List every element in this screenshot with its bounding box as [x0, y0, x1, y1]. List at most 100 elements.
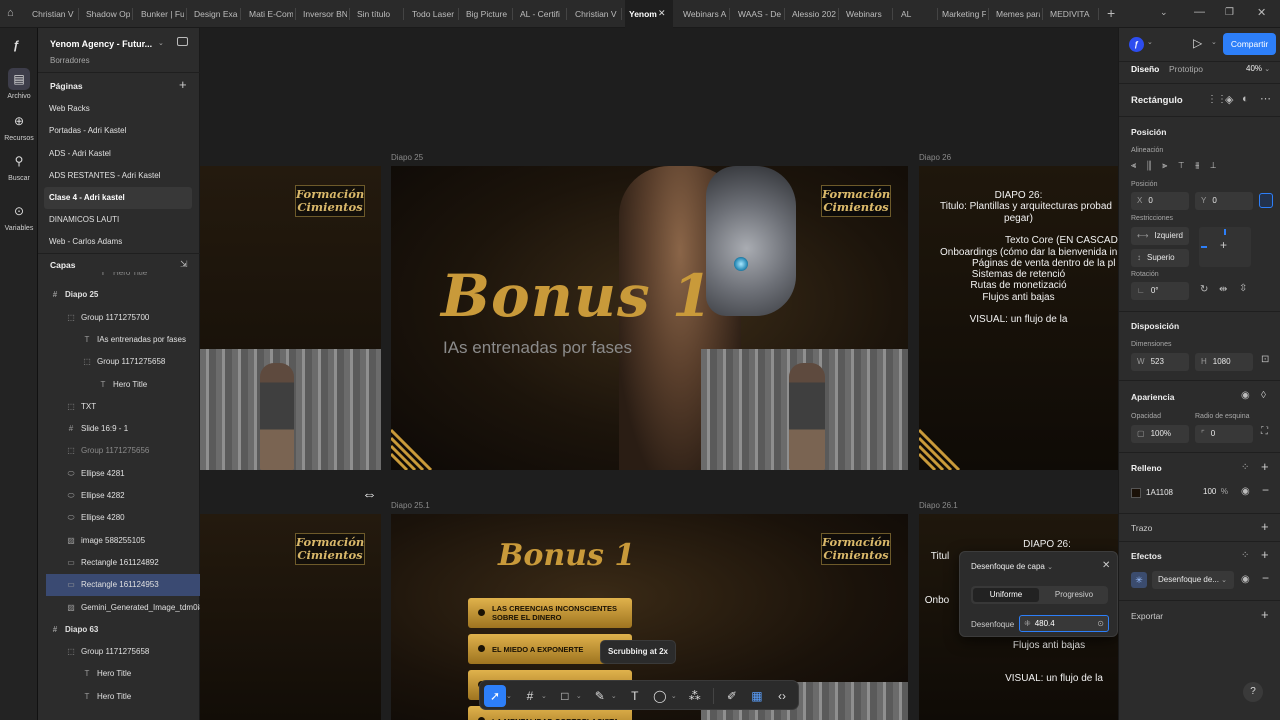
- page-item[interactable]: Web - Carlos Adams: [38, 231, 200, 253]
- actions-tool-icon[interactable]: ⁂: [684, 685, 706, 707]
- grid-layout-icon[interactable]: ⋮⋮: [1207, 94, 1227, 105]
- tab-uniform[interactable]: Uniforme: [973, 588, 1039, 602]
- flip-vertical-icon[interactable]: ⇳: [1239, 283, 1247, 294]
- remove-effect-minus-icon[interactable]: −: [1262, 571, 1269, 585]
- home-icon[interactable]: ⌂: [7, 7, 14, 19]
- add-page-plus-icon[interactable]: +: [179, 77, 187, 92]
- page-item[interactable]: ADS - Adri Kastel: [38, 143, 200, 165]
- flip-horizontal-icon[interactable]: ⇹: [1219, 284, 1227, 295]
- constraint-center-plus[interactable]: +: [1220, 238, 1227, 252]
- styles-grid-icon[interactable]: ⁘: [1241, 462, 1249, 473]
- design-mode-icon[interactable]: ▦: [746, 685, 768, 707]
- tab-list-chevron-icon[interactable]: ⌄: [1160, 7, 1168, 18]
- constraint-vertical-select[interactable]: ↕ Superio: [1131, 249, 1189, 267]
- add-export-plus-icon[interactable]: +: [1261, 607, 1269, 622]
- layer-row[interactable]: # Slide 16:9 - 1: [38, 418, 200, 440]
- minimize-icon[interactable]: —: [1194, 6, 1205, 18]
- file-title[interactable]: Yenom Agency - Futur...: [50, 39, 152, 49]
- frame-label-diapo-25[interactable]: Diapo 25: [391, 153, 423, 162]
- page-item[interactable]: DINAMICOS LAUTI: [38, 209, 200, 231]
- dev-mode-icon[interactable]: ‹›: [771, 685, 793, 707]
- effect-type-select[interactable]: Desenfoque de... ⌄: [1152, 571, 1234, 589]
- close-tab-icon[interactable]: ✕: [658, 8, 666, 19]
- page-item[interactable]: Portadas - Adri Kastel: [38, 120, 200, 142]
- chevron-down-icon[interactable]: ⌄: [1147, 38, 1153, 46]
- page-item[interactable]: ADS RESTANTES - Adri Kastel: [38, 165, 200, 187]
- browser-tab[interactable]: Big Picture: [462, 0, 510, 28]
- chevron-down-icon[interactable]: ⌄: [506, 693, 512, 700]
- close-icon[interactable]: ✕: [1102, 560, 1110, 571]
- blur-amount-input[interactable]: ⁜ 480.4 ⊙: [1019, 615, 1109, 632]
- rail-recursos[interactable]: ⊕ Recursos: [0, 110, 38, 142]
- layer-row[interactable]: ⬚ Group 1171275658: [38, 351, 200, 373]
- fill-color-swatch[interactable]: [1131, 487, 1141, 498]
- layer-row[interactable]: # Diapo 25: [38, 284, 200, 306]
- constraint-horizontal-select[interactable]: ⟷ Izquierd: [1131, 227, 1189, 245]
- layer-row[interactable]: ⬭ Ellipse 4280: [38, 507, 200, 529]
- frame-label-diapo-25-1[interactable]: Diapo 25.1: [391, 501, 430, 510]
- layer-row[interactable]: T Hero Title: [38, 686, 200, 708]
- align-left-icon[interactable]: ⫷: [1131, 160, 1147, 170]
- opacity-input[interactable]: ▢ 100%: [1131, 425, 1189, 443]
- width-input[interactable]: W 523: [1131, 353, 1189, 371]
- rail-buscar[interactable]: ⚲ Buscar: [0, 150, 38, 182]
- browser-tab[interactable]: Shadow Op: [82, 0, 130, 28]
- frame-left-partial[interactable]: Formación Cimientos: [200, 166, 381, 470]
- comment-tool-icon[interactable]: ◯: [649, 685, 671, 707]
- browser-tab[interactable]: Bunker | Fu: [137, 0, 184, 28]
- browser-tab[interactable]: Design Exa: [190, 0, 238, 28]
- align-center-h-icon[interactable]: ⫼: [1147, 160, 1162, 170]
- chevron-down-icon[interactable]: ⌄: [671, 693, 677, 700]
- corner-radius-input[interactable]: ⌜ 0: [1195, 425, 1253, 443]
- browser-tab[interactable]: WAAS - De: [734, 0, 782, 28]
- design-canvas[interactable]: Diapo 25 Diapo 26 Diapo 25.1 Diapo 26.1 …: [200, 28, 1118, 720]
- visibility-eye-icon[interactable]: ◉: [1241, 390, 1250, 401]
- text-tool-icon[interactable]: T: [624, 685, 646, 707]
- constraint-widget[interactable]: +: [1199, 227, 1251, 267]
- frame-tool-icon[interactable]: #: [519, 685, 541, 707]
- browser-tab[interactable]: Christian V: [571, 0, 619, 28]
- browser-tab[interactable]: Yenom: [625, 0, 673, 28]
- blend-mode-drop-icon[interactable]: ◊: [1261, 390, 1266, 401]
- rail-archivo[interactable]: ▤ Archivo: [0, 68, 38, 100]
- fill-visibility-eye-icon[interactable]: ◉: [1241, 486, 1250, 497]
- browser-tab[interactable]: Marketing F: [938, 0, 986, 28]
- component-icon[interactable]: ◈: [1225, 93, 1233, 106]
- add-fill-plus-icon[interactable]: +: [1261, 459, 1269, 474]
- frame-diapo-26[interactable]: DIAPO 26: Titulo: Plantillas y arquitectu…: [919, 166, 1118, 470]
- restore-icon[interactable]: ❐: [1225, 7, 1234, 18]
- add-stroke-plus-icon[interactable]: +: [1261, 519, 1269, 534]
- layer-row[interactable]: T Hero Title: [38, 272, 200, 284]
- pen-tool-icon[interactable]: ✎: [589, 685, 611, 707]
- layer-row[interactable]: T Hero Title: [38, 374, 200, 396]
- frame-label-diapo-26[interactable]: Diapo 26: [919, 153, 951, 162]
- effect-styles-grid-icon[interactable]: ⁘: [1241, 550, 1249, 561]
- layer-row[interactable]: ⬚ Group 1171275658: [38, 641, 200, 663]
- chevron-down-icon[interactable]: ⌄: [611, 693, 617, 700]
- align-top-icon[interactable]: ⊤: [1178, 160, 1195, 170]
- constraint-toggle-icon[interactable]: [1259, 193, 1273, 208]
- browser-tab[interactable]: Todo Laser: [408, 0, 456, 28]
- align-center-v-icon[interactable]: ⫵: [1195, 160, 1210, 170]
- align-bottom-icon[interactable]: ⊥: [1210, 160, 1227, 170]
- move-tool-icon[interactable]: ➚: [484, 685, 506, 707]
- present-play-icon[interactable]: ▷: [1193, 36, 1202, 50]
- layer-row[interactable]: T IAs entrenadas por fases: [38, 329, 200, 351]
- rectangle-tool-icon[interactable]: □: [554, 685, 576, 707]
- layers-collapse-icon[interactable]: ⇲: [180, 259, 188, 270]
- help-button[interactable]: ?: [1243, 682, 1263, 702]
- figma-logo-icon[interactable]: ƒ: [13, 38, 20, 52]
- fill-opacity[interactable]: 100 %: [1203, 487, 1228, 496]
- reset-icon[interactable]: ⊙: [1097, 616, 1104, 631]
- browser-tab[interactable]: AL - Certifi: [516, 0, 564, 28]
- panel-toggle-icon[interactable]: [177, 37, 188, 46]
- layer-row[interactable]: ▨ image 588255105: [38, 530, 200, 552]
- browser-tab[interactable]: Mati E-Com: [245, 0, 293, 28]
- browser-tab[interactable]: Inversor BN: [299, 0, 347, 28]
- tab-progressive[interactable]: Progresivo: [1041, 588, 1107, 602]
- layer-row[interactable]: T Hero Title: [38, 663, 200, 685]
- chevron-down-icon[interactable]: ⌄: [541, 693, 547, 700]
- page-item[interactable]: Web Racks: [38, 98, 200, 120]
- effect-settings-icon[interactable]: ✳: [1131, 572, 1147, 588]
- tab-prototype[interactable]: Prototipo: [1169, 64, 1203, 74]
